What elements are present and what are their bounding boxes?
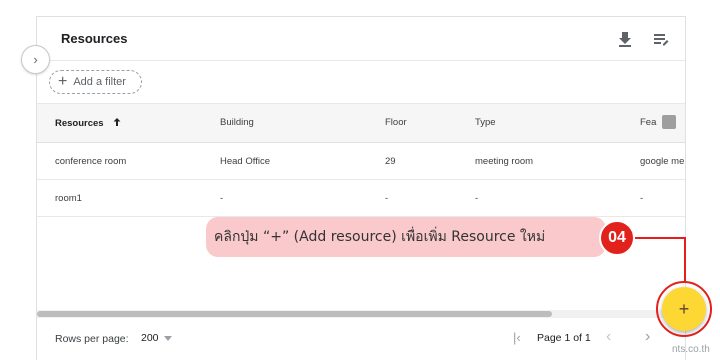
- callout-leader-line: [635, 237, 686, 239]
- download-icon[interactable]: [615, 29, 635, 49]
- plus-icon: +: [58, 73, 68, 90]
- cell-building: Head Office: [220, 156, 270, 167]
- cell-features: -: [640, 193, 644, 204]
- cell-type: -: [475, 193, 479, 204]
- cell-resource: room1: [55, 193, 82, 204]
- chevron-right-icon: ›: [33, 52, 38, 67]
- gear-icon[interactable]: [662, 115, 676, 129]
- add-filter-button[interactable]: + Add a filter: [49, 70, 142, 94]
- filter-bar: + Add a filter: [37, 61, 685, 103]
- chevron-right-icon[interactable]: ›: [645, 328, 650, 346]
- column-header-building[interactable]: Building: [220, 117, 254, 128]
- first-page-icon[interactable]: |‹: [513, 330, 521, 345]
- column-header-floor[interactable]: Floor: [385, 117, 407, 128]
- callout-leader-line: [684, 237, 686, 283]
- cell-type: meeting room: [475, 156, 534, 167]
- resources-table: Resources Building Floor Type Fea confer…: [37, 103, 685, 217]
- cell-floor: -: [385, 193, 389, 204]
- watermark: nts.co.th: [672, 344, 710, 355]
- cell-features: google me: [640, 156, 685, 167]
- rows-per-page-label: Rows per page:: [55, 333, 129, 345]
- column-header-type[interactable]: Type: [475, 117, 496, 128]
- rows-per-page-select[interactable]: 200: [141, 332, 159, 344]
- cell-floor: 29: [385, 156, 396, 167]
- arrow-up-icon: [113, 118, 121, 126]
- plus-icon: +: [678, 298, 690, 319]
- expand-sidebar-button[interactable]: ›: [21, 45, 50, 74]
- add-resource-button[interactable]: +: [662, 287, 706, 331]
- sort-list-icon[interactable]: [651, 29, 671, 49]
- column-header-features[interactable]: Fea: [640, 117, 656, 128]
- cell-building: -: [220, 193, 224, 204]
- chevron-left-icon[interactable]: ‹: [606, 328, 611, 346]
- step-badge: 04: [599, 220, 635, 256]
- resources-card: Resources + Add a filter Resources Build: [36, 16, 686, 360]
- table-footer: Rows per page: 200 |‹ Page 1 of 1 ‹ ›: [37, 318, 685, 360]
- page-indicator: Page 1 of 1: [537, 332, 591, 344]
- table-row[interactable]: conference room Head Office 29 meeting r…: [37, 143, 685, 180]
- instruction-callout: คลิกปุ่ม “+” (Add resource) เพื่อเพิ่ม R…: [206, 217, 606, 257]
- chevron-down-icon[interactable]: [164, 336, 172, 341]
- table-header: Resources Building Floor Type Fea: [37, 103, 685, 143]
- scrollbar-thumb[interactable]: [37, 311, 552, 317]
- table-row[interactable]: room1 - - - -: [37, 180, 685, 217]
- column-header-resources[interactable]: Resources: [55, 117, 122, 129]
- column-label: Resources: [55, 118, 104, 129]
- card-header: Resources: [37, 17, 685, 61]
- add-filter-label: Add a filter: [73, 76, 126, 88]
- cell-resource: conference room: [55, 156, 127, 167]
- page-title: Resources: [61, 31, 128, 46]
- horizontal-scrollbar[interactable]: [37, 310, 685, 318]
